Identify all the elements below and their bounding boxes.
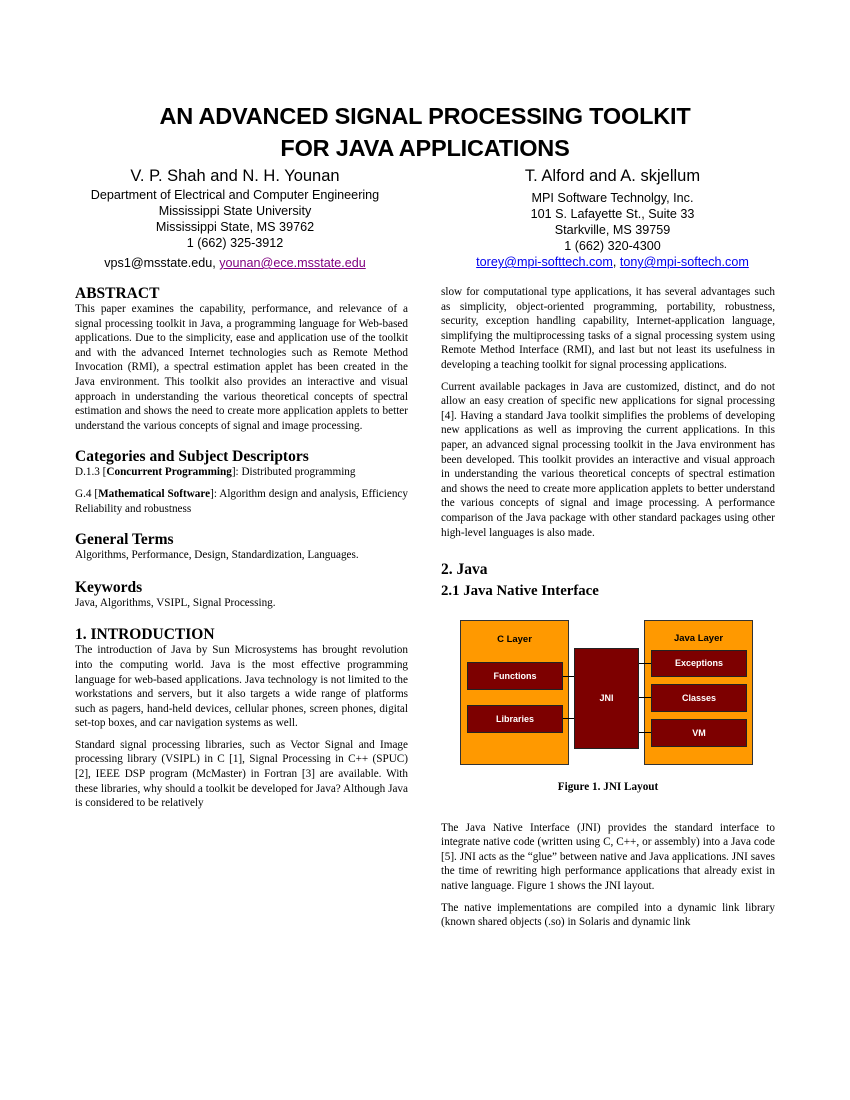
connector-line	[563, 676, 574, 678]
jni-box: JNI	[574, 648, 639, 750]
libraries-box: Libraries	[467, 705, 563, 734]
author-names: T. Alford and A. skjellum	[524, 167, 701, 185]
author-block-right: T. Alford and A. skjellum MPI Software T…	[430, 166, 795, 270]
category-code: D.1.3 [	[75, 466, 107, 479]
title-line-1: AN ADVANCED SIGNAL PROCESSING TOOLKIT	[159, 103, 691, 129]
affiliation-line: Mississippi State, MS 39762	[155, 220, 315, 234]
connector-line	[639, 697, 651, 699]
java-layer-title: Java Layer	[673, 633, 724, 645]
email-text: vps1@msstate.edu,	[104, 256, 220, 270]
body-paragraph: Current available packages in Java are c…	[441, 380, 775, 539]
email-link[interactable]: torey@mpi-softtech.com	[476, 255, 613, 269]
introduction-paragraph: Standard signal processing libraries, su…	[75, 738, 408, 810]
exceptions-box: Exceptions	[651, 650, 747, 678]
affiliation-line: Starkville, MS 39759	[554, 223, 671, 237]
section-2-heading: 2. Java	[441, 561, 488, 579]
author-phone: 1 (662) 325-3912	[186, 236, 284, 250]
category-descriptor: G.4 [Mathematical Software]: Algorithm d…	[75, 487, 408, 516]
affiliation-line: MPI Software Technolgy, Inc.	[531, 191, 694, 205]
introduction-paragraph: The introduction of Java by Sun Microsys…	[75, 644, 408, 730]
affiliation-line: Mississippi State University	[158, 204, 312, 218]
email-link[interactable]: younan@ece.msstate.edu	[219, 256, 366, 270]
email-separator: ,	[612, 255, 620, 269]
email-link[interactable]: tony@mpi-softech.com	[620, 255, 749, 269]
keywords-text: Java, Algorithms, VSIPL, Signal Processi…	[75, 596, 276, 609]
category-name: Concurrent Programming	[106, 466, 232, 479]
author-names: V. P. Shah and N. H. Younan	[130, 167, 340, 185]
abstract-text: This paper examines the capability, perf…	[75, 303, 408, 432]
functions-box: Functions	[467, 662, 563, 691]
jni-layout-figure: C Layer Functions Libraries JNI Java Lay…	[441, 620, 775, 766]
body-paragraph: slow for computational type applications…	[441, 286, 775, 371]
author-emails: vps1@msstate.edu, younan@ece.msstate.edu	[60, 255, 410, 271]
category-name: Mathematical Software	[98, 487, 211, 500]
category-subject: ]: Distributed programming	[231, 466, 356, 479]
category-descriptor: D.1.3 [Concurrent Programming]: Distribu…	[75, 465, 408, 480]
figure-caption: Figure 1. JNI Layout	[557, 781, 659, 794]
left-column: ABSTRACT This paper examines the capabil…	[75, 285, 408, 818]
title-line-2: FOR JAVA APPLICATIONS	[280, 135, 570, 161]
general-terms-text: Algorithms, Performance, Design, Standar…	[75, 549, 359, 562]
author-phone: 1 (662) 320-4300	[564, 239, 661, 253]
categories-heading: Categories and Subject Descriptors	[75, 448, 309, 466]
affiliation-line: Department of Electrical and Computer En…	[90, 188, 380, 202]
keywords-heading: Keywords	[75, 578, 143, 596]
affiliation-line: 101 S. Lafayette St., Suite 33	[530, 207, 695, 221]
abstract-heading: ABSTRACT	[75, 285, 160, 302]
right-column: slow for computational type applications…	[441, 285, 775, 937]
body-paragraph: The Java Native Interface (JNI) provides…	[441, 821, 775, 893]
author-block-left: V. P. Shah and N. H. Younan Department o…	[60, 166, 410, 271]
vm-box: VM	[651, 719, 747, 748]
introduction-heading: 1. INTRODUCTION	[75, 626, 215, 644]
c-layer-box: C Layer	[460, 620, 569, 766]
connector-line	[563, 718, 574, 720]
classes-box: Classes	[651, 684, 747, 713]
category-code: G.4 [	[75, 487, 99, 500]
connector-line	[639, 732, 651, 734]
body-paragraph: The native implementations are compiled …	[441, 901, 775, 929]
paper-title: AN ADVANCED SIGNAL PROCESSING TOOLKIT FO…	[0, 100, 850, 164]
section-2-1-heading: 2.1 Java Native Interface	[441, 583, 599, 600]
c-layer-title: C Layer	[497, 634, 532, 646]
author-emails: torey@mpi-softtech.com, tony@mpi-softech…	[430, 254, 795, 270]
general-terms-heading: General Terms	[75, 531, 174, 549]
connector-line	[639, 663, 651, 665]
